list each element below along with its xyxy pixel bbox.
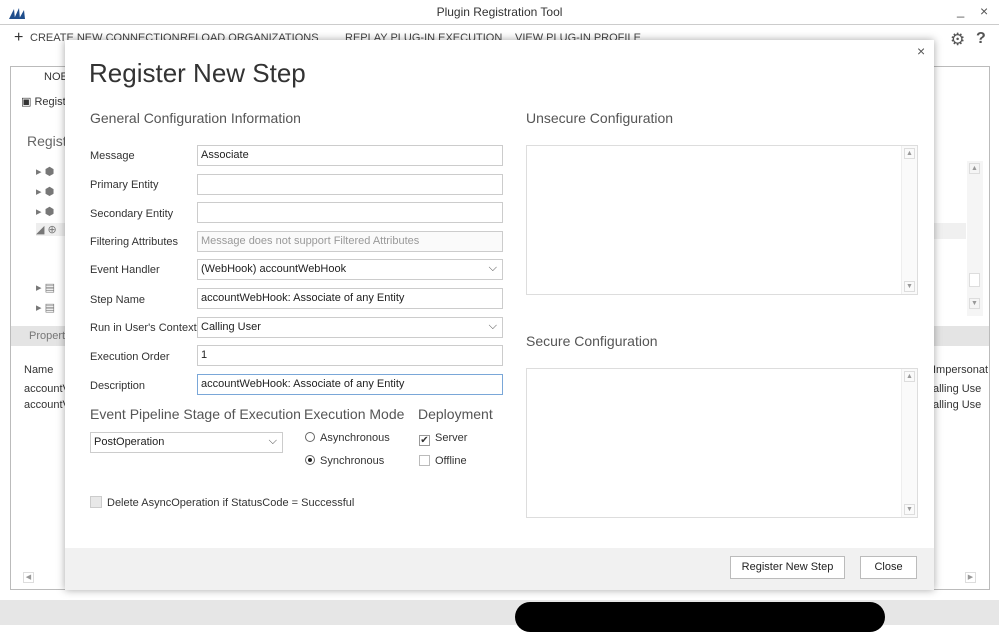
tree-node-icon[interactable]: ▸ ⬢	[36, 205, 54, 218]
scrollbar[interactable]: ▲ ▼	[901, 369, 917, 517]
register-icon: ▣	[21, 96, 35, 108]
name-column-header[interactable]: Name	[24, 364, 53, 376]
checkmark-icon: ✔	[419, 435, 430, 446]
plus-icon: +	[14, 29, 24, 41]
synchronous-radio[interactable]: Synchronous	[305, 455, 384, 467]
scroll-left-icon[interactable]: ◀	[23, 572, 34, 583]
minimize-button[interactable]: _	[957, 3, 964, 18]
delete-async-checkbox[interactable]: Delete AsyncOperation if StatusCode = Su…	[90, 496, 354, 509]
tree-node-webhook-icon[interactable]: ◢ ⊕	[36, 223, 66, 236]
table-cell: alling Use	[933, 383, 982, 395]
tree-node-icon[interactable]: ▸ ▤	[36, 281, 55, 294]
filtering-attributes-label: Filtering Attributes	[90, 236, 179, 248]
gear-icon[interactable]: ⚙	[950, 30, 965, 50]
run-context-select[interactable]: Calling User ⌵	[197, 317, 503, 338]
primary-entity-label: Primary Entity	[90, 179, 159, 191]
register-new-step-button[interactable]: Register New Step	[730, 556, 845, 579]
dialog-title: Register New Step	[89, 58, 306, 88]
help-icon[interactable]: ?	[976, 30, 986, 48]
tree-node-icon[interactable]: ▸ ⬢	[36, 185, 54, 198]
dialog-footer: Register New Step Close	[65, 548, 934, 590]
chevron-down-icon: ⌵	[488, 262, 497, 274]
execution-order-input[interactable]: 1	[197, 345, 503, 366]
scroll-down-icon[interactable]: ▼	[904, 281, 915, 292]
secure-config-textarea[interactable]: ▲ ▼	[526, 368, 918, 518]
event-handler-label: Event Handler	[90, 264, 160, 276]
tree-node-icon[interactable]: ▸ ⬢	[36, 165, 54, 178]
message-input[interactable]: Associate	[197, 145, 503, 166]
register-step-dialog: Register New Step × General Configuratio…	[65, 40, 934, 590]
secure-config-heading: Secure Configuration	[526, 333, 658, 349]
description-input[interactable]: accountWebHook: Associate of any Entity	[197, 374, 503, 395]
chevron-down-icon: ⌵	[268, 435, 277, 447]
unsecure-config-textarea[interactable]: ▲ ▼	[526, 145, 918, 295]
pipeline-stage-select[interactable]: PostOperation ⌵	[90, 432, 283, 453]
table-cell: alling Use	[933, 399, 982, 411]
secondary-entity-input[interactable]	[197, 202, 503, 223]
register-button[interactable]: ▣ Regist	[21, 95, 66, 108]
chevron-down-icon: ⌵	[488, 320, 497, 332]
description-label: Description	[90, 380, 146, 392]
scroll-right-icon[interactable]: ▶	[965, 572, 976, 583]
event-handler-select[interactable]: (WebHook) accountWebHook ⌵	[197, 259, 503, 280]
title-bar: Plugin Registration Tool _ ×	[0, 0, 999, 25]
redaction-mark	[515, 602, 885, 632]
scrollbar[interactable]: ▲ ▼	[901, 146, 917, 294]
scroll-up-icon[interactable]: ▲	[969, 163, 980, 174]
window-title: Plugin Registration Tool	[436, 5, 563, 19]
deployment-heading: Deployment	[418, 406, 493, 422]
general-config-heading: General Configuration Information	[90, 110, 301, 126]
tree-node-icon[interactable]: ▸ ▤	[36, 301, 55, 314]
scroll-thumb[interactable]	[969, 273, 980, 287]
scroll-down-icon[interactable]: ▼	[904, 504, 915, 515]
execution-order-label: Execution Order	[90, 351, 170, 363]
dialog-close-icon[interactable]: ×	[917, 43, 925, 59]
close-window-button[interactable]: ×	[980, 3, 988, 19]
table-cell: accountV	[24, 399, 70, 411]
run-context-label: Run in User's Context	[90, 322, 197, 334]
scrollbar[interactable]: ▲ ▼	[967, 161, 983, 316]
execution-mode-heading: Execution Mode	[304, 406, 405, 422]
status-bar	[0, 600, 999, 632]
unsecure-config-heading: Unsecure Configuration	[526, 110, 674, 126]
primary-entity-input[interactable]	[197, 174, 503, 195]
secondary-entity-label: Secondary Entity	[90, 208, 174, 220]
asynchronous-radio[interactable]: Asynchronous	[305, 432, 390, 444]
offline-checkbox[interactable]: Offline	[419, 455, 467, 467]
close-button[interactable]: Close	[860, 556, 917, 579]
scroll-up-icon[interactable]: ▲	[904, 148, 915, 159]
scroll-up-icon[interactable]: ▲	[904, 371, 915, 382]
pipeline-heading: Event Pipeline Stage of Execution	[90, 406, 301, 422]
message-label: Message	[90, 150, 135, 162]
scroll-down-icon[interactable]: ▼	[969, 298, 980, 309]
server-checkbox[interactable]: ✔ Server	[419, 432, 467, 446]
impersonation-column-header[interactable]: Impersonat	[933, 364, 988, 376]
properties-tab[interactable]: Propert	[29, 330, 65, 342]
table-cell: accountV	[24, 383, 70, 395]
step-name-input[interactable]: accountWebHook: Associate of any Entity	[197, 288, 503, 309]
filtering-attributes-input[interactable]: Message does not support Filtered Attrib…	[197, 231, 503, 252]
step-name-label: Step Name	[90, 294, 146, 306]
